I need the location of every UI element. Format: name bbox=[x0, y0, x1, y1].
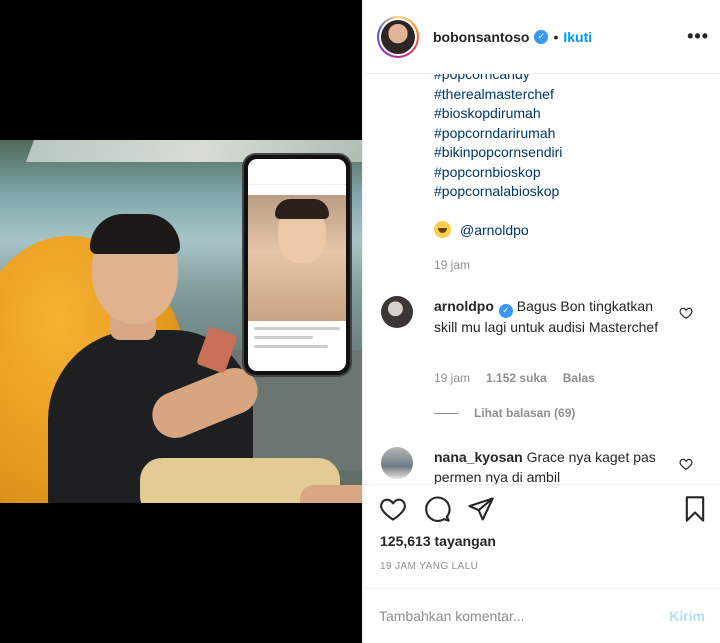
post-timestamp[interactable]: 19 JAM YANG LALU bbox=[380, 561, 478, 572]
view-replies-button[interactable]: Lihat balasan (69) bbox=[434, 406, 575, 420]
verified-badge-icon: ✓ bbox=[534, 29, 549, 44]
caption-mention-line: @arnoldpo bbox=[434, 221, 529, 238]
phone-screen-header bbox=[248, 159, 346, 185]
phone-overlay bbox=[244, 155, 350, 375]
phone-screen-footer bbox=[248, 321, 346, 371]
person-leg bbox=[300, 485, 362, 503]
hashtag-link[interactable]: #popcornalabioskop bbox=[434, 182, 562, 202]
hashtag-link[interactable]: #therealmasterchef bbox=[434, 85, 562, 105]
post-header: bobonsantoso ✓ • Ikuti ••• bbox=[363, 0, 720, 74]
caption-hashtags: #popcorncandy #therealmasterchef #biosko… bbox=[434, 74, 562, 202]
person-hair bbox=[90, 214, 180, 254]
grinning-emoji-icon bbox=[434, 221, 451, 238]
comment-avatar[interactable] bbox=[381, 447, 413, 479]
hashtag-link[interactable]: #bioskopdirumah bbox=[434, 104, 562, 124]
view-replies-label: Lihat balasan (69) bbox=[474, 406, 576, 420]
comment-timestamp[interactable]: 19 jam bbox=[434, 371, 470, 385]
verified-badge-icon: ✓ bbox=[498, 303, 513, 318]
post-actions: 125,613 tayangan 19 JAM YANG LALU bbox=[363, 484, 720, 594]
hashtag-link[interactable]: #popcorndarirumah bbox=[434, 124, 562, 144]
header-separator: • bbox=[553, 28, 559, 45]
comment-likes[interactable]: 1.152 suka bbox=[486, 371, 547, 385]
comment-username[interactable]: arnoldpo bbox=[434, 298, 494, 314]
comment-username[interactable]: nana_kyosan bbox=[434, 449, 523, 465]
comment-bubble-icon[interactable] bbox=[423, 495, 451, 523]
like-heart-icon[interactable] bbox=[379, 495, 407, 523]
comment-like-heart-icon[interactable] bbox=[679, 457, 693, 471]
hashtag-link[interactable]: #popcornbioskop bbox=[434, 163, 562, 183]
phone-screen bbox=[248, 159, 346, 371]
hashtag-link[interactable]: #popcorncandy bbox=[434, 74, 562, 85]
author-username[interactable]: bobonsantoso bbox=[433, 29, 529, 45]
post-comment-button[interactable]: Kirim bbox=[669, 608, 705, 624]
caption-timestamp[interactable]: 19 jam bbox=[434, 258, 470, 272]
save-bookmark-icon[interactable] bbox=[681, 495, 709, 523]
comment-input[interactable] bbox=[379, 608, 670, 624]
post-media[interactable] bbox=[0, 0, 362, 643]
hashtag-link[interactable]: #bikinpopcornsendiri bbox=[434, 143, 562, 163]
follow-button[interactable]: Ikuti bbox=[563, 29, 592, 45]
reply-button[interactable]: Balas bbox=[563, 371, 595, 385]
comments-list[interactable]: #popcorncandy #therealmasterchef #biosko… bbox=[363, 74, 720, 484]
view-count[interactable]: 125,613 tayangan bbox=[380, 533, 496, 549]
comment-avatar[interactable] bbox=[381, 296, 413, 328]
comment-text: arnoldpo ✓ Bagus Bon tingkatkan skill mu … bbox=[434, 297, 674, 337]
more-dots-icon[interactable]: ••• bbox=[687, 26, 709, 47]
share-paper-plane-icon[interactable] bbox=[467, 495, 495, 523]
author-avatar-image bbox=[381, 19, 415, 54]
post-side-panel: bobonsantoso ✓ • Ikuti ••• #popcorncandy… bbox=[362, 0, 720, 643]
phone-screen-photo bbox=[248, 195, 346, 321]
replies-divider bbox=[434, 412, 458, 414]
add-comment-form: Kirim bbox=[363, 588, 720, 643]
comment-meta: 19 jam 1.152 suka Balas bbox=[434, 371, 595, 385]
author-avatar[interactable] bbox=[377, 15, 419, 58]
comment-text: nana_kyosan Grace nya kaget pas permen n… bbox=[434, 448, 674, 484]
mention-link[interactable]: @arnoldpo bbox=[460, 222, 529, 238]
comment-like-heart-icon[interactable] bbox=[679, 306, 693, 320]
